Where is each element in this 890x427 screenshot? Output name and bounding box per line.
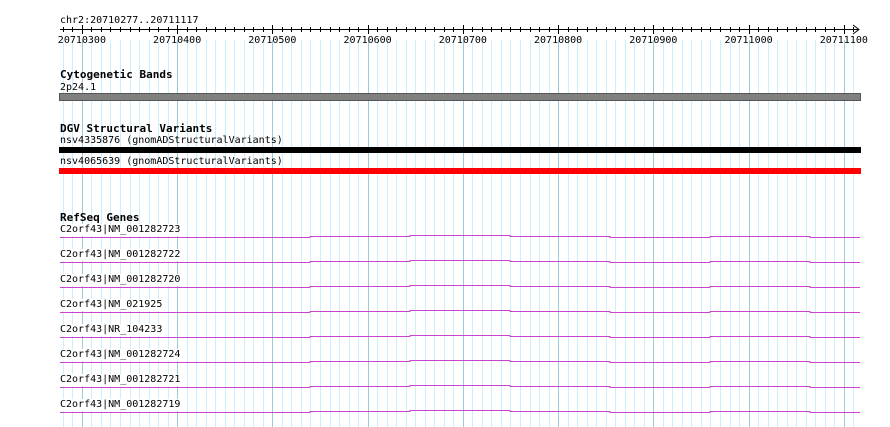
genome-browser-view: chr2:20710277..20711117 20710300 20710400… xyxy=(0,0,890,427)
gene-label: C2orf43|NM_021925 xyxy=(60,299,163,311)
gene-model-line[interactable] xyxy=(60,335,860,338)
gene-label: C2orf43|NR_104233 xyxy=(60,324,163,336)
gene-label: C2orf43|NM_001282724 xyxy=(60,349,181,361)
gene-label: C2orf43|NM_001282721 xyxy=(60,374,181,386)
gene-label: C2orf43|NM_001282720 xyxy=(60,274,181,286)
gene-label: C2orf43|NM_001282722 xyxy=(60,249,181,261)
gene-label: C2orf43|NM_001282719 xyxy=(60,399,181,411)
gene-model-line[interactable] xyxy=(60,310,860,313)
refseq-gene-lines xyxy=(60,235,860,413)
gene-label: C2orf43|NM_001282723 xyxy=(60,224,181,236)
